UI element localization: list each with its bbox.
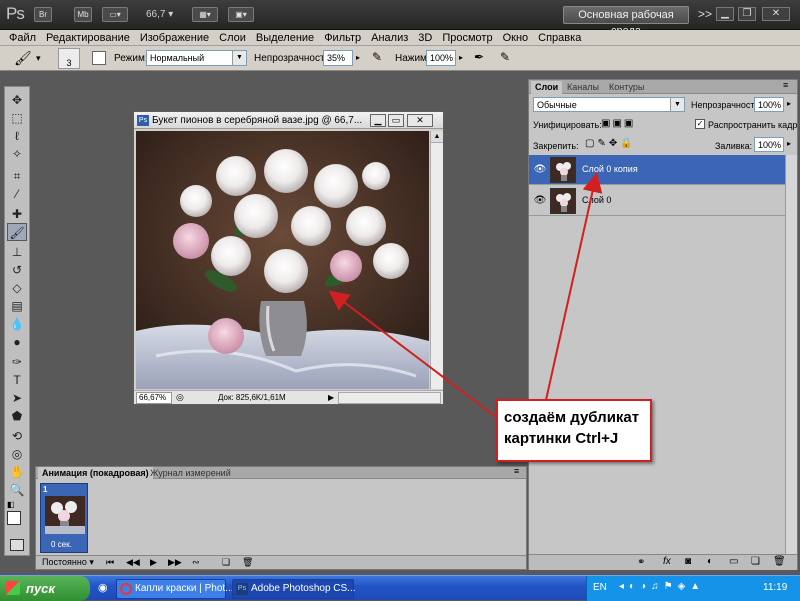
tray-icons[interactable]: ◂◐◑♫⚑◈▲ [619, 581, 705, 592]
task-label: Adobe Photoshop CS... [251, 583, 356, 594]
system-tray: EN ◂◐◑♫⚑◈▲ 11:19 [586, 576, 800, 601]
start-button[interactable]: пуск [0, 576, 90, 601]
photoshop-icon: Ps [236, 583, 248, 595]
windows-logo-icon [6, 581, 20, 595]
arrow-to-image [328, 290, 501, 421]
task-label: Капли краски | Phot... [135, 583, 234, 594]
opera-icon [120, 583, 132, 595]
annotation-text: создаём дубликат картинки Ctrl+J [504, 409, 640, 447]
language-indicator[interactable]: EN [593, 582, 607, 593]
taskbar-item-opera[interactable]: Капли краски | Phot... [116, 579, 234, 599]
quick-launch-icon[interactable]: ◉ [98, 581, 108, 594]
arrow-to-layer-copy [545, 172, 603, 401]
annotation-callout: создаём дубликат картинки Ctrl+J [496, 399, 652, 462]
clock: 11:19 [763, 582, 788, 593]
windows-taskbar: пуск ◉ Капли краски | Phot... Ps Adobe P… [0, 575, 800, 601]
annotation-arrows [328, 172, 603, 421]
start-label: пуск [26, 581, 55, 596]
taskbar-item-photoshop[interactable]: Ps Adobe Photoshop CS... [232, 579, 356, 599]
